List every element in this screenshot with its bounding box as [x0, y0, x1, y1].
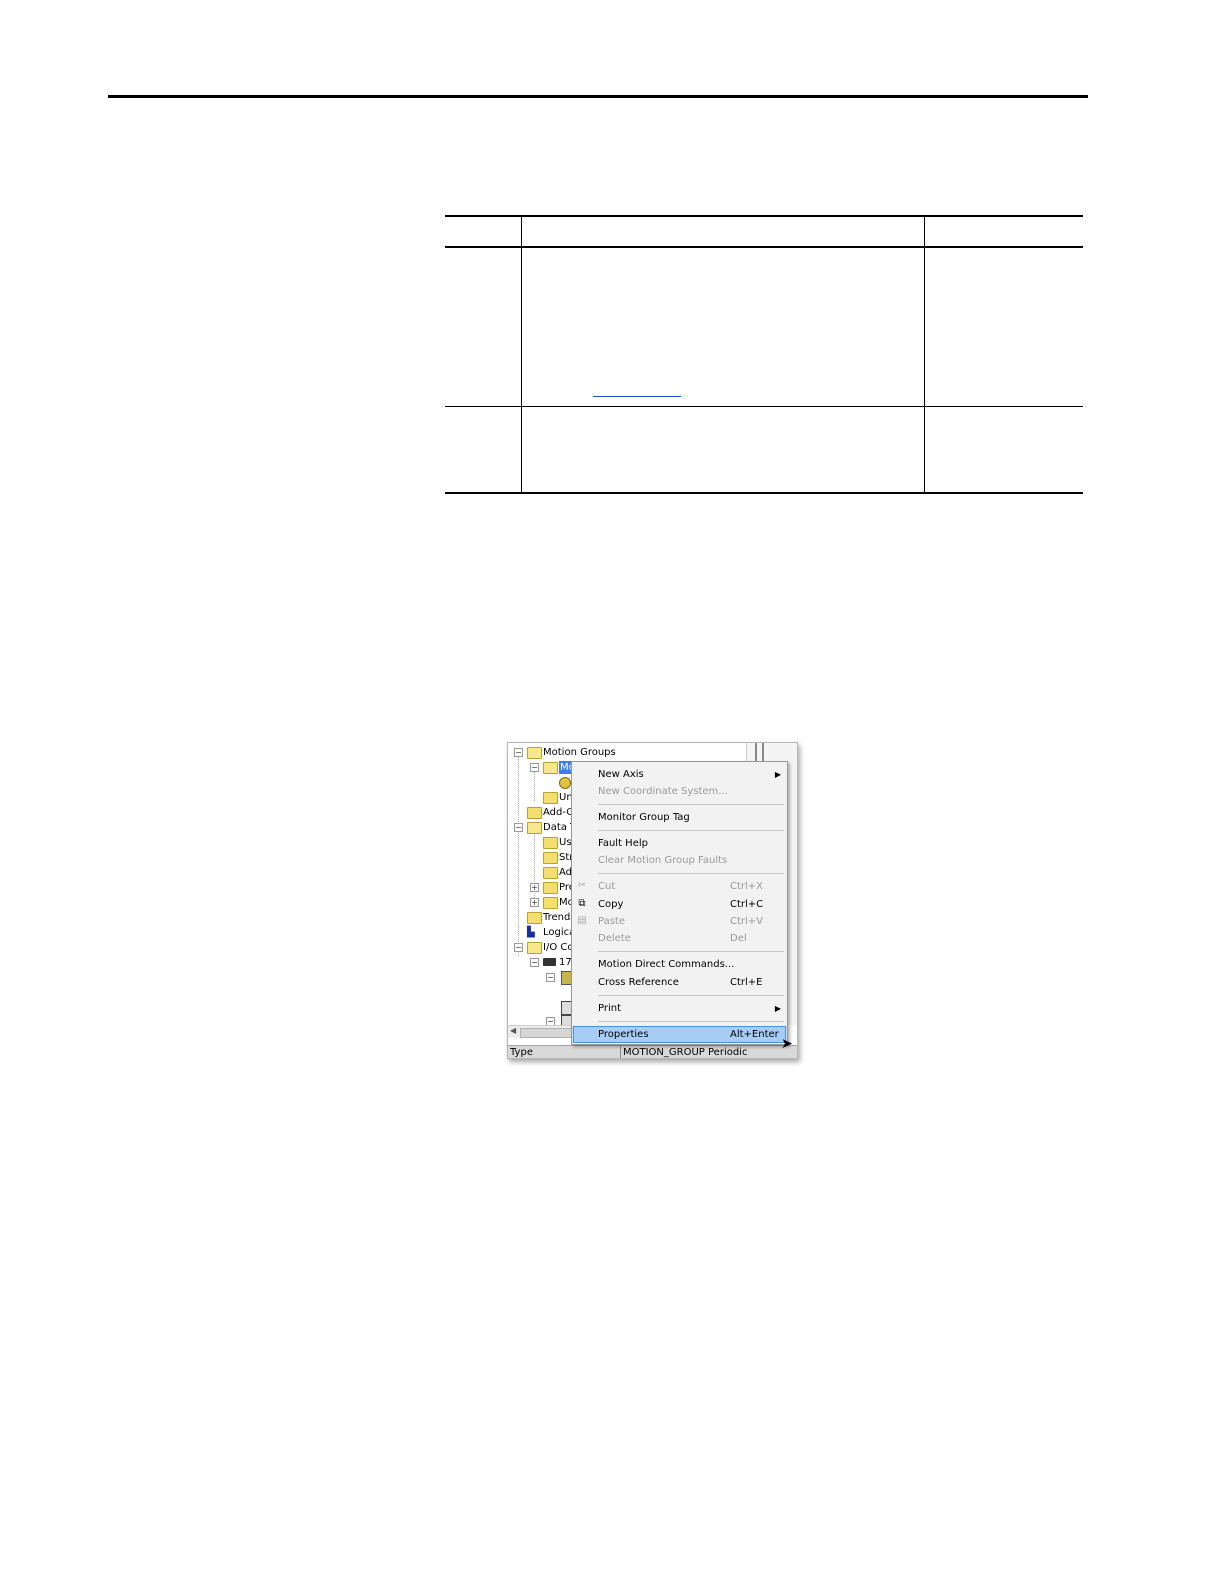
menu-item-shortcut: Ctrl+C — [730, 899, 764, 910]
procedure-table — [445, 215, 1083, 494]
motion-group-icon — [543, 762, 558, 774]
submenu-arrow-icon: ▶ — [774, 770, 781, 779]
menu-item-shortcut: Ctrl+X — [730, 881, 764, 892]
menu-item-label: Clear Motion Group Faults — [598, 855, 728, 866]
link-underline[interactable] — [593, 396, 681, 397]
menu-separator — [598, 995, 784, 996]
menu-item-clear-motion-group-faults[interactable]: Clear Motion Group Faults — [572, 852, 787, 869]
menu-separator — [598, 1021, 784, 1022]
table-row-divider — [445, 406, 1083, 407]
collapse-icon[interactable]: − — [546, 973, 555, 982]
table-col-divider-1 — [521, 215, 522, 494]
menu-item-paste[interactable]: ▤ Paste Ctrl+V — [572, 913, 787, 930]
collapse-icon[interactable]: − — [514, 748, 523, 757]
menu-item-label: Cut — [598, 881, 616, 892]
folder-icon — [527, 912, 542, 924]
folder-icon — [543, 852, 558, 864]
menu-item-label: Motion Direct Commands... — [598, 959, 735, 970]
menu-item-print[interactable]: Print ▶ — [572, 1000, 787, 1017]
menu-separator — [598, 830, 784, 831]
tree-item-label: Motion Groups — [543, 747, 616, 758]
scissors-icon: ✂ — [577, 880, 587, 891]
menu-item-label: Copy — [598, 899, 624, 910]
folder-open-icon — [527, 747, 542, 759]
menu-item-shortcut: Alt+Enter — [730, 1029, 779, 1040]
menu-item-motion-direct-commands[interactable]: Motion Direct Commands... — [572, 956, 787, 973]
status-type-value: MOTION_GROUP Periodic — [620, 1046, 747, 1058]
collapse-icon[interactable]: − — [514, 943, 523, 952]
table-top-rule — [445, 215, 1083, 217]
menu-item-copy[interactable]: ⧉ Copy Ctrl+C — [572, 896, 787, 913]
context-menu: New Axis ▶ New Coordinate System... Moni… — [571, 761, 793, 1052]
folder-icon — [543, 837, 558, 849]
menu-item-label: Paste — [598, 916, 625, 927]
menu-item-fault-help[interactable]: Fault Help — [572, 835, 787, 852]
tree-item-label: Us — [559, 837, 572, 848]
menu-separator — [598, 804, 784, 805]
collapse-icon[interactable]: − — [530, 958, 539, 967]
folder-icon — [543, 882, 558, 894]
scroll-left-icon[interactable]: ◀ — [510, 1026, 516, 1035]
tree-guide — [534, 831, 535, 906]
menu-item-cross-reference[interactable]: Cross Reference Ctrl+E — [572, 974, 787, 991]
menu-separator — [598, 873, 784, 874]
menu-item-shortcut: Ctrl+V — [730, 916, 764, 927]
table-col-divider-2 — [924, 215, 925, 494]
logical-model-icon: ▙ — [527, 927, 535, 938]
menu-item-label: Delete — [598, 933, 631, 944]
menu-item-label: New Coordinate System... — [598, 786, 728, 797]
menu-item-shortcut: Del — [730, 933, 747, 944]
menu-item-shortcut: Ctrl+E — [730, 977, 763, 988]
collapse-icon[interactable]: − — [530, 763, 539, 772]
axis-gear-icon — [559, 777, 571, 789]
menu-item-cut[interactable]: ✂ Cut Ctrl+X — [572, 878, 787, 895]
menu-item-label: Properties — [598, 1029, 649, 1040]
mouse-pointer-icon: ➤ — [781, 1036, 793, 1052]
folder-open-icon — [527, 822, 542, 834]
folder-icon — [543, 897, 558, 909]
properties-status-bar: Type MOTION_GROUP Periodic — [508, 1045, 797, 1058]
tree-guide — [534, 771, 535, 801]
folder-icon — [543, 792, 558, 804]
menu-item-label: Print — [598, 1003, 622, 1014]
expand-icon[interactable]: + — [530, 898, 539, 907]
menu-separator — [598, 951, 784, 952]
menu-item-label: Fault Help — [598, 838, 648, 849]
menu-item-new-axis[interactable]: New Axis ▶ — [572, 766, 787, 783]
copy-icon: ⧉ — [578, 898, 586, 909]
table-bottom-rule — [445, 492, 1083, 494]
menu-item-new-coordinate-system[interactable]: New Coordinate System... — [572, 783, 787, 800]
menu-item-delete[interactable]: Delete Del — [572, 930, 787, 947]
menu-item-label: Cross Reference — [598, 977, 679, 988]
paste-icon: ▤ — [577, 915, 587, 926]
table-header-rule — [445, 246, 1083, 248]
tree-item-label: Add-O — [543, 807, 575, 818]
folder-open-icon — [527, 942, 542, 954]
tree-item-label: I/O Co — [543, 942, 574, 953]
folder-icon — [527, 807, 542, 819]
status-type-label: Type — [510, 1047, 533, 1058]
submenu-arrow-icon: ▶ — [774, 1004, 781, 1013]
menu-item-monitor-group-tag[interactable]: Monitor Group Tag — [572, 809, 787, 826]
folder-icon — [543, 867, 558, 879]
software-screenshot: − Motion Groups − Mo Un Add-O − Data T U… — [507, 742, 798, 1059]
menu-item-properties[interactable]: Properties Alt+Enter — [572, 1026, 787, 1043]
collapse-icon[interactable]: − — [514, 823, 523, 832]
tree-guide — [518, 756, 519, 956]
backplane-icon — [543, 958, 556, 966]
menu-item-label: Monitor Group Tag — [598, 812, 690, 823]
expand-icon[interactable]: + — [530, 883, 539, 892]
top-rule — [108, 95, 1088, 98]
menu-item-label: New Axis — [598, 769, 644, 780]
